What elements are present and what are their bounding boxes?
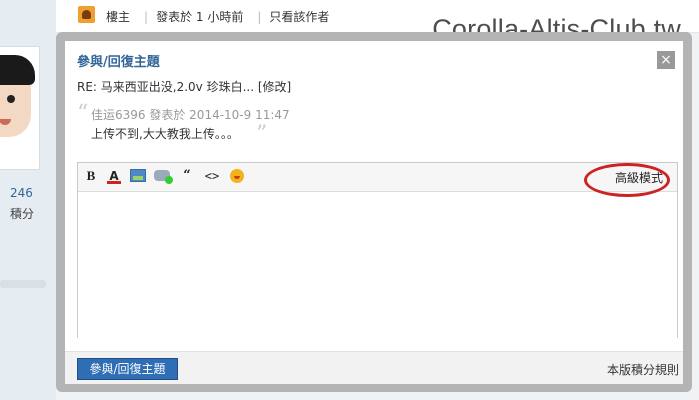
editor-toolbar: B A “ <> 高級模式 xyxy=(78,163,677,197)
modal-title: 參與/回復主題 xyxy=(77,55,160,70)
reply-textarea[interactable] xyxy=(78,192,677,338)
code-icon[interactable]: <> xyxy=(204,168,220,184)
points-rules-link[interactable]: 本版積分規則 xyxy=(607,361,679,378)
smiley-icon[interactable] xyxy=(230,169,244,183)
bold-icon[interactable]: B xyxy=(83,168,99,184)
quote-meta: 佳运6396 發表於 2014-10-9 11:47 xyxy=(91,108,290,122)
reply-modal: 參與/回復主題 × RE: 马来西亚出没,2.0v 珍珠白... [修改] “ … xyxy=(56,32,692,392)
quote-open-icon: “ xyxy=(77,101,89,126)
reply-subject: RE: 马来西亚出没,2.0v 珍珠白... [修改] xyxy=(77,80,292,94)
advanced-mode-link[interactable]: 高級模式 xyxy=(584,163,670,197)
separator: | xyxy=(257,10,262,24)
avatar-eye xyxy=(7,95,15,103)
sidebar-bar xyxy=(0,280,46,288)
reply-modal-body: 參與/回復主題 × RE: 马来西亚出没,2.0v 珍珠白... [修改] “ … xyxy=(65,41,683,384)
reply-editor: B A “ <> 高級模式 xyxy=(77,162,678,338)
submit-reply-button[interactable]: 參與/回復主題 xyxy=(77,358,178,380)
advanced-mode-label: 高級模式 xyxy=(614,171,663,185)
font-color-icon[interactable]: A xyxy=(106,168,122,184)
only-author-link[interactable]: 只看該作者 xyxy=(269,10,329,24)
post-sidebar: 246 積分 xyxy=(0,0,56,400)
points-count[interactable]: 246 xyxy=(10,186,33,200)
separator: | xyxy=(144,10,149,24)
link-icon[interactable] xyxy=(154,170,173,184)
image-icon[interactable] xyxy=(130,169,146,182)
quote-close-icon: ” xyxy=(256,122,268,147)
author-role: 樓主 xyxy=(106,10,131,24)
points-label: 積分 xyxy=(10,207,35,221)
post-meta: 樓主 | 發表於 1 小時前 | 只看該作者 xyxy=(106,8,335,25)
avatar-hair xyxy=(0,55,35,85)
author-icon xyxy=(78,6,95,23)
close-button[interactable]: × xyxy=(657,51,675,69)
post-time: 發表於 1 小時前 xyxy=(156,10,244,24)
quote-text: 上传不到,大大教我上传。。。 xyxy=(91,127,239,141)
avatar[interactable] xyxy=(0,46,40,170)
modal-footer: 參與/回復主題 本版積分規則 xyxy=(65,351,683,384)
quote-icon[interactable]: “ xyxy=(179,168,195,184)
